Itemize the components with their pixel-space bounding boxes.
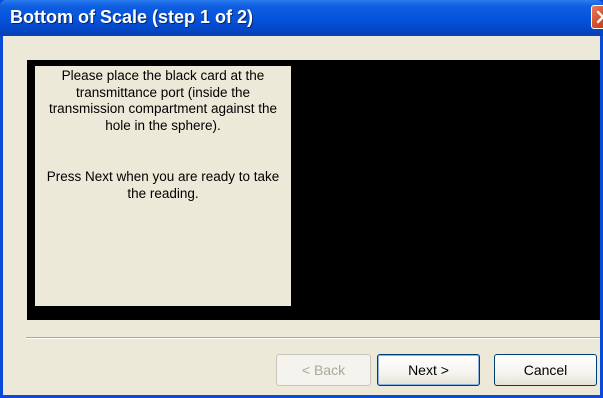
instruction-text-2: Press Next when you are ready to take th…: [46, 169, 280, 201]
instruction-panel: Please place the black card at the trans…: [35, 66, 291, 306]
next-button[interactable]: Next >: [377, 354, 480, 386]
dialog-body: Please place the black card at the trans…: [3, 36, 600, 395]
close-button[interactable]: [591, 5, 603, 29]
instruction-text-1: Please place the black card at the trans…: [48, 68, 278, 133]
separator: [26, 337, 600, 339]
cancel-button[interactable]: Cancel: [494, 354, 597, 386]
title-bar[interactable]: Bottom of Scale (step 1 of 2): [0, 0, 603, 36]
wizard-window: Bottom of Scale (step 1 of 2) Please pla…: [0, 0, 603, 398]
back-button[interactable]: < Back: [276, 354, 371, 386]
window-title: Bottom of Scale (step 1 of 2): [10, 7, 254, 27]
